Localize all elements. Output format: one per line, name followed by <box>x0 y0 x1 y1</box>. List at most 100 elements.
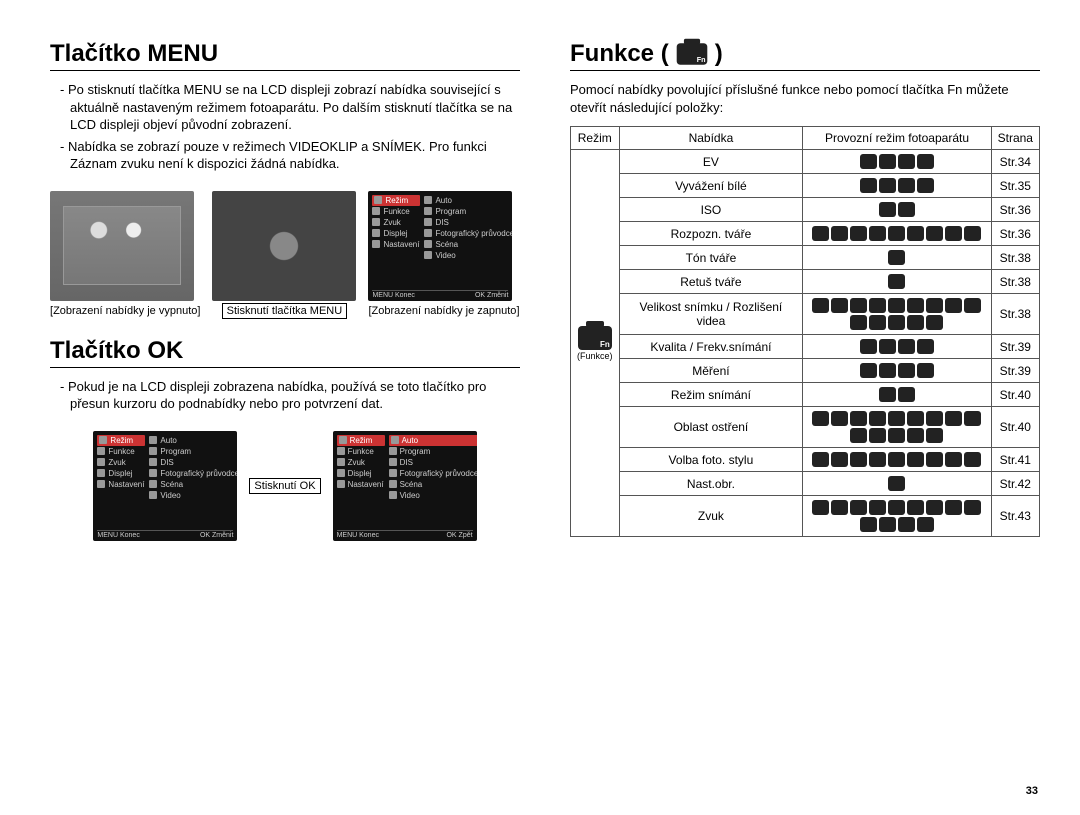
table-cell-menu: Velikost snímku / Rozlišení videa <box>619 294 803 335</box>
mode-icon <box>831 452 848 467</box>
table-cell-menu: Oblast ostření <box>619 407 803 448</box>
menu-desc-2: Nabídka se zobrazí pouze v režimech VIDE… <box>70 138 520 173</box>
mode-icon <box>888 298 905 313</box>
mode-icon <box>898 517 915 532</box>
mode-icon <box>812 298 829 313</box>
table-cell-menu: Měření <box>619 359 803 383</box>
table-cell-modes <box>803 335 991 359</box>
table-cell-menu: Retuš tváře <box>619 270 803 294</box>
table-cell-modes <box>803 246 991 270</box>
mode-icon <box>850 500 867 515</box>
table-cell-page: Str.38 <box>991 270 1039 294</box>
mode-icon <box>879 202 896 217</box>
table-cell-modes <box>803 407 991 448</box>
mode-icon <box>879 517 896 532</box>
mode-icon <box>898 178 915 193</box>
heading-funkce-suffix: ) <box>715 40 723 68</box>
mode-icon <box>812 411 829 426</box>
mode-icon <box>879 363 896 378</box>
table-cell-page: Str.41 <box>991 448 1039 472</box>
mode-icon <box>917 339 934 354</box>
mode-icon <box>907 500 924 515</box>
mode-icon <box>850 298 867 313</box>
mode-icon <box>898 202 915 217</box>
table-cell-page: Str.35 <box>991 174 1039 198</box>
table-cell-modes <box>803 222 991 246</box>
mode-icon <box>869 500 886 515</box>
caption-menu-on: Zobrazení nabídky je zapnuto <box>368 305 519 317</box>
table-cell-menu: Nast.obr. <box>619 472 803 496</box>
table-cell-menu: EV <box>619 150 803 174</box>
table-cell-modes <box>803 383 991 407</box>
mode-icon <box>945 411 962 426</box>
mode-icon <box>831 411 848 426</box>
table-cell-page: Str.42 <box>991 472 1039 496</box>
mode-icon <box>964 500 981 515</box>
mode-icon <box>907 315 924 330</box>
table-cell-menu: Režim snímání <box>619 383 803 407</box>
heading-funkce: Funkce ( Fn ) <box>570 40 1040 71</box>
mode-icon <box>888 476 905 491</box>
table-cell-page: Str.39 <box>991 335 1039 359</box>
table-cell-modes <box>803 496 991 537</box>
table-cell-modes <box>803 198 991 222</box>
menu-screenshots: Zobrazení nabídky je vypnuto Stisknutí t… <box>50 191 520 317</box>
mode-icon <box>907 452 924 467</box>
mode-icon <box>917 154 934 169</box>
ok-screenshots: RežimFunkceZvukDisplejNastaveníAutoProgr… <box>50 431 520 541</box>
mode-icon <box>831 500 848 515</box>
mode-icon <box>812 452 829 467</box>
table-cell-modes <box>803 294 991 335</box>
mode-icon <box>860 363 877 378</box>
lcd-menu-on: RežimFunkceZvukDisplejNastaveníAutoProgr… <box>368 191 519 317</box>
mode-icon <box>850 315 867 330</box>
table-cell-menu: Vyvážení bílé <box>619 174 803 198</box>
mode-icon <box>860 517 877 532</box>
mode-icon <box>869 226 886 241</box>
mode-icon <box>888 452 905 467</box>
mode-icon <box>831 298 848 313</box>
th-page: Strana <box>991 127 1039 150</box>
table-cell-menu: Volba foto. stylu <box>619 448 803 472</box>
table-cell-menu: Rozpozn. tváře <box>619 222 803 246</box>
mode-icon <box>860 154 877 169</box>
funkce-intro: Pomocí nabídky povolující příslušné funk… <box>570 81 1040 116</box>
mode-icon <box>898 339 915 354</box>
table-cell-page: Str.34 <box>991 150 1039 174</box>
mode-icon <box>964 452 981 467</box>
mode-icon <box>812 500 829 515</box>
th-mode: Režim <box>571 127 620 150</box>
label-press-menu: Stisknutí tlačítka MENU <box>222 303 348 319</box>
mode-icon <box>888 500 905 515</box>
mode-icon <box>907 428 924 443</box>
mode-icon <box>945 500 962 515</box>
mode-icon <box>850 226 867 241</box>
funkce-table: Režim Nabídka Provozní režim fotoaparátu… <box>570 126 1040 537</box>
lcd-menu-screen-3: RežimFunkceZvukDisplejNastaveníAutoProgr… <box>333 431 477 541</box>
mode-icon <box>850 411 867 426</box>
mode-icon <box>860 178 877 193</box>
lcd-camera-buttons <box>212 191 356 301</box>
table-cell-page: Str.36 <box>991 222 1039 246</box>
table-cell-page: Str.43 <box>991 496 1039 537</box>
mode-icon <box>945 298 962 313</box>
heading-funkce-text: Funkce ( <box>570 40 669 68</box>
table-cell-page: Str.40 <box>991 407 1039 448</box>
table-cell-menu: ISO <box>619 198 803 222</box>
table-cell-page: Str.38 <box>991 246 1039 270</box>
mode-icon <box>850 428 867 443</box>
mode-icon <box>926 500 943 515</box>
mode-icon <box>907 226 924 241</box>
mode-icon <box>879 154 896 169</box>
label-press-ok: Stisknutí OK <box>249 478 320 494</box>
table-cell-modes <box>803 150 991 174</box>
menu-desc-1: Po stisknutí tlačítka MENU se na LCD dis… <box>70 81 520 134</box>
mode-icon <box>869 315 886 330</box>
table-cell-modes <box>803 270 991 294</box>
table-cell-modes <box>803 472 991 496</box>
mode-icon <box>926 315 943 330</box>
table-cell-page: Str.38 <box>991 294 1039 335</box>
mode-icon <box>945 452 962 467</box>
mode-icon <box>926 428 943 443</box>
mode-icon <box>888 250 905 265</box>
